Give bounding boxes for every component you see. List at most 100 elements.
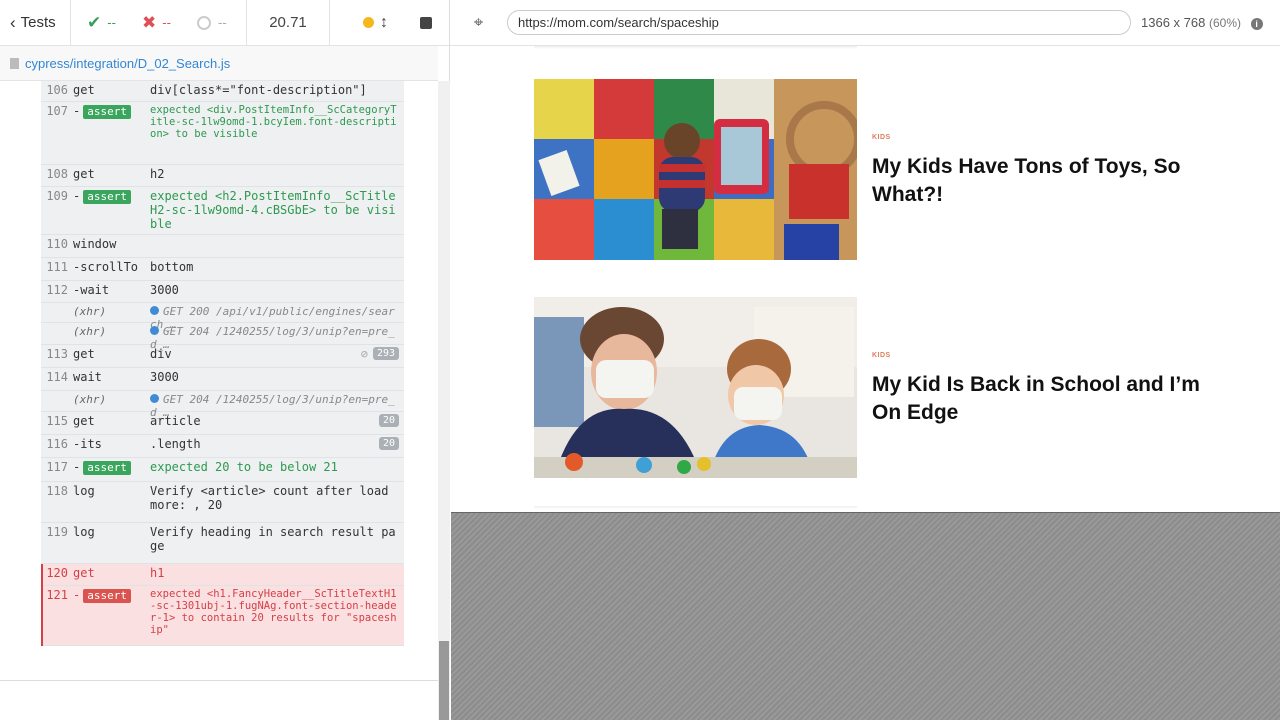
command-message: bottom xyxy=(150,260,404,280)
article-thumbnail[interactable] xyxy=(534,79,857,260)
assert-log-row[interactable]: 117 - assert expected 20 to be below 21 xyxy=(41,458,404,482)
command-message: h1 xyxy=(150,566,404,585)
command-log-row[interactable]: 118 log Verify <article> count after load … xyxy=(41,482,404,523)
command-log-row[interactable]: 110 window xyxy=(41,235,404,258)
command-log-row[interactable]: 119 log Verify heading in search result pa… xyxy=(41,523,404,564)
command-message: h2 xyxy=(150,167,404,186)
article-category[interactable]: KIDS xyxy=(872,134,1202,141)
article-category[interactable]: KIDS xyxy=(872,352,1202,359)
reporter-scrollbar[interactable] xyxy=(438,81,450,720)
command-number xyxy=(41,393,72,411)
command-number xyxy=(41,325,72,344)
command-number: 121 xyxy=(46,588,68,602)
article-card[interactable]: KIDS My Kid Is Back in School and I’m On… xyxy=(534,297,1234,478)
command-number: 106 xyxy=(46,83,68,97)
command-message-text: Verify <article> count after load more: … xyxy=(150,484,389,512)
tests-button[interactable]: ‹ Tests xyxy=(0,0,71,46)
command-number: 120 xyxy=(46,566,68,580)
command-name-text: - xyxy=(73,189,81,203)
viewport-info[interactable]: 1366 x 768 (60%) i xyxy=(1141,15,1263,30)
xhr-status-dot-icon xyxy=(150,306,159,315)
command-number: 109 xyxy=(46,189,68,203)
command-name: log xyxy=(72,484,150,522)
command-log-row[interactable]: 115 get article 20 xyxy=(41,412,404,435)
command-name: (xhr) xyxy=(72,325,150,344)
command-message: expected 20 to be below 21 xyxy=(150,460,404,481)
command-name: - assert xyxy=(72,460,150,481)
command-log-row[interactable]: 114 wait 3000 xyxy=(41,368,404,391)
command-number xyxy=(41,305,72,322)
article-card[interactable]: KIDS My Kids Have Tons of Toys, So What?… xyxy=(534,79,1234,260)
command-name-text: window xyxy=(73,237,117,251)
tests-label: Tests xyxy=(20,14,56,31)
command-log-row[interactable]: 113 get div ⊘ 293 xyxy=(41,345,404,368)
command-log-row[interactable]: 120 get h1 xyxy=(41,564,404,586)
command-name-text: -scrollTo xyxy=(73,260,139,274)
auto-scroll-indicator-icon[interactable] xyxy=(363,17,374,28)
command-message: 3000 xyxy=(150,370,404,390)
chevron-left-icon: ‹ xyxy=(10,12,16,32)
command-name-text: wait xyxy=(73,370,102,384)
command-number: 113 xyxy=(46,347,68,361)
x-icon: ✖ xyxy=(142,12,157,32)
command-log[interactable]: 106 get div[class*="font-description"] 107-… xyxy=(0,81,438,680)
command-log-row[interactable]: 111 -scrollTo bottom xyxy=(41,258,404,281)
xhr-status-dot-icon xyxy=(150,394,159,403)
command-message: Verify <article> count after load more: … xyxy=(150,484,404,522)
command-name-text: -its xyxy=(73,437,102,451)
info-icon[interactable]: i xyxy=(1250,18,1263,30)
command-log-row[interactable]: 106 get div[class*="font-description"] xyxy=(41,81,404,102)
url-field[interactable]: https://mom.com/search/spaceship xyxy=(507,10,1131,35)
assert-log-row[interactable]: 109- assert expected <h2.PostItemInfo__ScT… xyxy=(41,187,404,235)
scrollbar-thumb[interactable] xyxy=(439,641,449,720)
xhr-log-row[interactable]: (xhr) GET 200 /api/v1/public/engines/sear… xyxy=(41,303,404,331)
command-number: 119 xyxy=(46,525,68,539)
scroll-arrows-icon[interactable]: ↕ xyxy=(380,14,388,32)
xhr-status-dot-icon xyxy=(150,326,159,335)
command-message-text: .length xyxy=(150,437,201,451)
article-title[interactable]: My Kid Is Back in School and I’m On Edge xyxy=(872,371,1202,427)
command-message: 3000 xyxy=(150,283,404,302)
assert-badge: assert xyxy=(83,105,131,119)
command-number: 116 xyxy=(46,437,68,451)
command-number: 118 xyxy=(46,484,68,498)
command-log-row[interactable]: 116 -its .length 20 xyxy=(41,435,404,458)
command-message-text: h2 xyxy=(150,167,165,181)
xhr-log-row[interactable]: (xhr) GET 204 /1240255/log/3/unip?en=pre_… xyxy=(41,323,404,351)
aut-header: ⌖ https://mom.com/search/spaceship 1366 … xyxy=(450,0,1280,46)
assert-log-row[interactable]: 121 - assert expected <h1.FancyHeader__ScTi… xyxy=(41,586,404,646)
spec-file-link[interactable]: cypress/integration/D_02_Search.js xyxy=(25,56,230,71)
command-message-text: 3000 xyxy=(150,283,179,297)
selector-playground-button[interactable]: ⌖ xyxy=(450,0,507,46)
assert-badge: assert xyxy=(83,589,131,603)
xhr-log-row[interactable]: (xhr) GET 204 /1240255/log/3/unip?en=pre_… xyxy=(41,391,404,419)
command-message-text: expected <h1.FancyHeader__ScTitleTextH1-… xyxy=(150,588,397,636)
command-name: wait xyxy=(72,370,150,390)
duration: 20.71 xyxy=(246,0,330,46)
command-log-row[interactable]: 112 -wait 3000 xyxy=(41,281,404,303)
command-message-text: div xyxy=(150,347,172,361)
command-message: expected <h1.FancyHeader__ScTitleTextH1-… xyxy=(150,588,404,645)
reporter-panel: ‹ Tests ✔ -- ✖ -- -- 20.71 ↕ cypress/int… xyxy=(0,0,450,720)
command-name-text: log xyxy=(73,525,95,539)
command-name: log xyxy=(72,525,150,563)
article-title[interactable]: My Kids Have Tons of Toys, So What?! xyxy=(872,153,1202,209)
passed-count: -- xyxy=(107,15,116,30)
command-name: - assert xyxy=(72,104,150,164)
element-count-badge: 20 xyxy=(378,437,399,450)
article-info: KIDS My Kids Have Tons of Toys, So What?… xyxy=(857,79,1202,260)
command-list: 106 get div[class*="font-description"] 107-… xyxy=(41,81,404,646)
command-number: 117 xyxy=(46,460,68,474)
command-message: .length xyxy=(150,437,404,457)
command-number: 114 xyxy=(46,370,68,384)
element-count-badge: 293 xyxy=(372,347,399,360)
stop-icon[interactable] xyxy=(420,16,432,29)
command-name: (xhr) xyxy=(72,393,150,411)
assert-log-row[interactable]: 107- assert expected <div.PostItemInfo__Sc… xyxy=(41,102,404,165)
command-message-text: h1 xyxy=(150,566,165,580)
command-log-row[interactable]: 108 get h2 xyxy=(41,165,404,187)
check-icon: ✔ xyxy=(87,12,102,32)
article-thumbnail[interactable] xyxy=(534,297,857,478)
command-name: - assert xyxy=(72,588,150,645)
reporter-footer xyxy=(0,680,438,720)
